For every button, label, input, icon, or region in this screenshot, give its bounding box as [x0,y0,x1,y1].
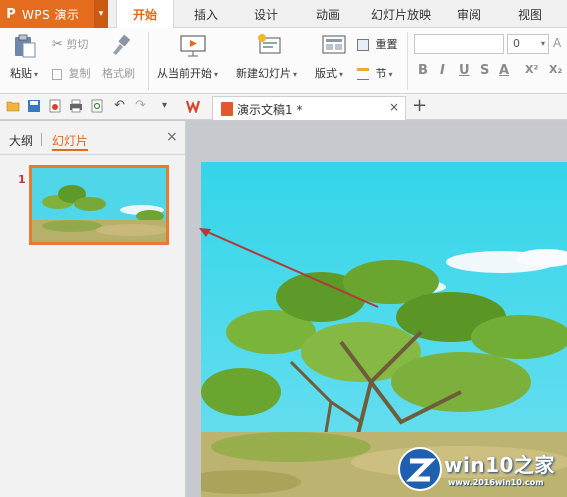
wps-presentation-window: P WPS 演示 ▾ 开始 插入 设计 动画 幻灯片放映 审阅 视图 粘贴 ▾ ✂… [0,0,567,497]
win10-logo-icon [398,447,442,491]
watermark-url: www.2016win10.com [448,478,544,487]
annotation-arrow [199,228,379,308]
watermark-title: win10之家 [444,453,555,477]
watermark: win10之家 www.2016win10.com [398,447,564,493]
